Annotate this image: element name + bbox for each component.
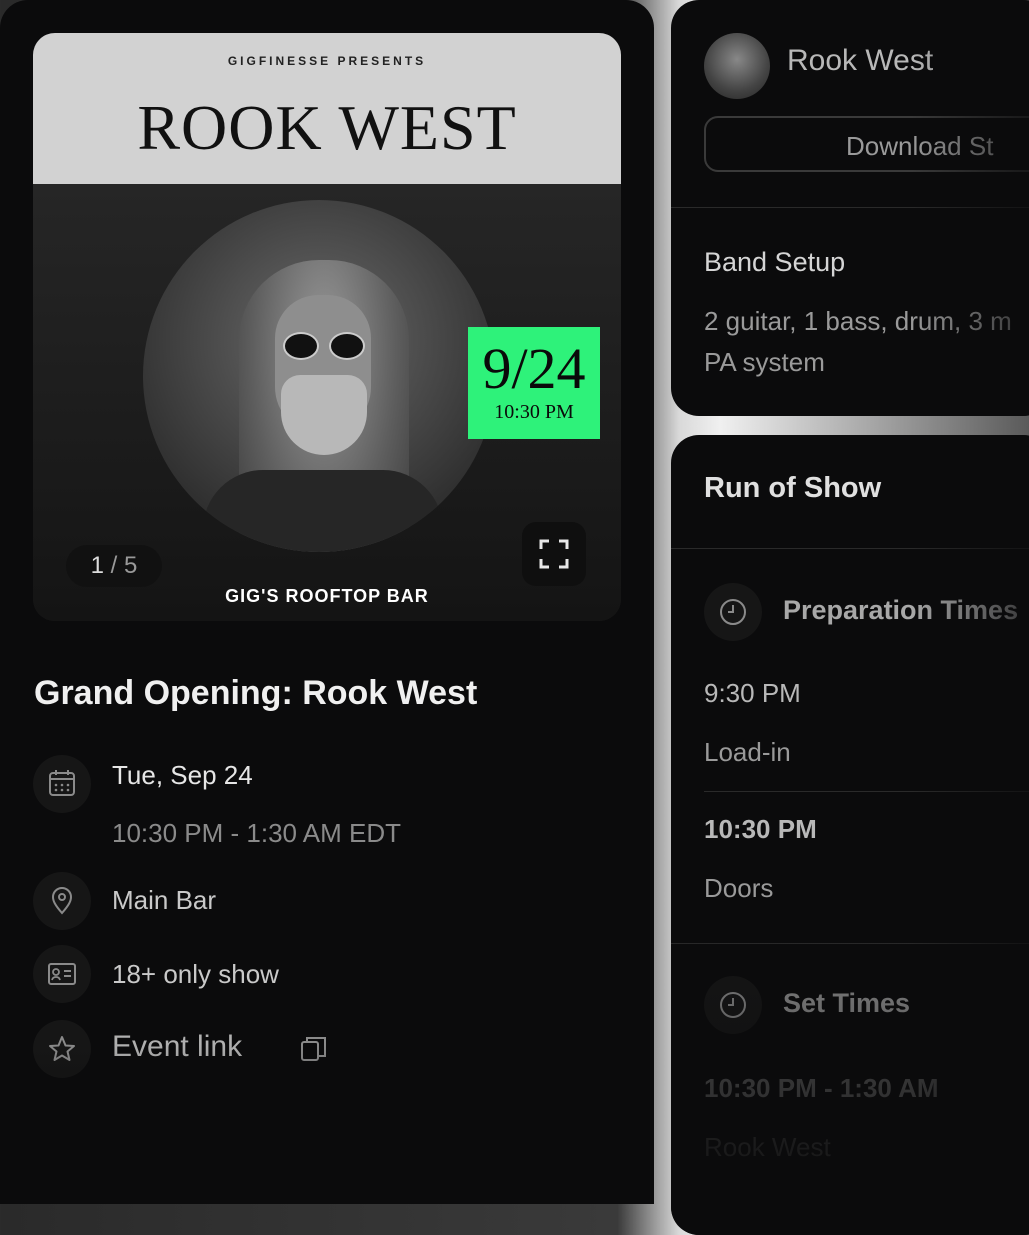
event-location: Main Bar [112, 885, 217, 915]
fullscreen-button[interactable] [522, 522, 586, 586]
poster-time: 10:30 PM [494, 401, 574, 423]
divider [671, 943, 1029, 944]
band-setup-line1: 2 guitar, 1 bass, drum, 3 m [704, 306, 1012, 336]
event-age-restriction: 18+ only show [112, 959, 279, 989]
divider [704, 791, 1029, 792]
download-button[interactable]: Download St [704, 116, 1029, 172]
event-title: Grand Opening: Rook West [34, 674, 478, 712]
event-date: Tue, Sep 24 [112, 760, 253, 790]
band-setup-line2: PA system [704, 347, 825, 377]
counter-separator: / [110, 552, 118, 579]
schedule-label: Load-in [704, 737, 791, 767]
set-times-title: Set Times [783, 988, 911, 1018]
counter-total: 5 [124, 552, 138, 579]
calendar-icon [33, 755, 91, 813]
divider [671, 548, 1029, 549]
image-counter: 1 / 5 [66, 545, 162, 587]
artist-photo [143, 200, 495, 552]
run-of-show-panel: Run of Show Preparation Times 9:30 PM Lo… [671, 435, 1029, 1235]
schedule-label: Doors [704, 873, 774, 903]
copy-icon [301, 1037, 326, 1061]
star-icon [33, 1020, 91, 1078]
id-card-icon [33, 945, 91, 1003]
set-artist: Rook West [704, 1132, 831, 1162]
event-poster[interactable]: GIGFINESSE PRESENTS ROOK WEST 9/24 10:30… [33, 33, 621, 621]
schedule-time: 9:30 PM [704, 678, 801, 708]
poster-title: ROOK WEST [137, 92, 517, 163]
artist-panel: Rook West Download St Band Setup 2 guita… [671, 0, 1029, 416]
counter-current: 1 [90, 552, 104, 579]
band-setup-title: Band Setup [704, 247, 846, 277]
run-of-show-title: Run of Show [704, 472, 882, 504]
artist-name: Rook West [787, 44, 934, 77]
poster-venue: GIG'S ROOFTOP BAR [225, 586, 429, 606]
event-time-range: 10:30 PM - 1:30 AM EDT [112, 818, 402, 848]
divider [671, 207, 1029, 208]
artist-avatar [704, 33, 770, 99]
location-pin-icon [33, 872, 91, 930]
event-link[interactable]: Event link [112, 1030, 242, 1064]
clock-icon [704, 583, 762, 641]
set-time: 10:30 PM - 1:30 AM [704, 1073, 939, 1103]
event-detail-panel: GIGFINESSE PRESENTS ROOK WEST 9/24 10:30… [0, 0, 654, 1204]
copy-link-button[interactable] [285, 1020, 343, 1078]
poster-header: GIGFINESSE PRESENTS ROOK WEST [33, 33, 621, 184]
schedule-time: 10:30 PM [704, 814, 817, 844]
fullscreen-icon [539, 539, 569, 569]
clock-icon [704, 976, 762, 1034]
poster-date-badge: 9/24 10:30 PM [468, 327, 600, 439]
preparation-times-title: Preparation Times [783, 595, 1019, 625]
poster-presents: GIGFINESSE PRESENTS [227, 54, 427, 68]
poster-date: 9/24 [482, 336, 586, 401]
